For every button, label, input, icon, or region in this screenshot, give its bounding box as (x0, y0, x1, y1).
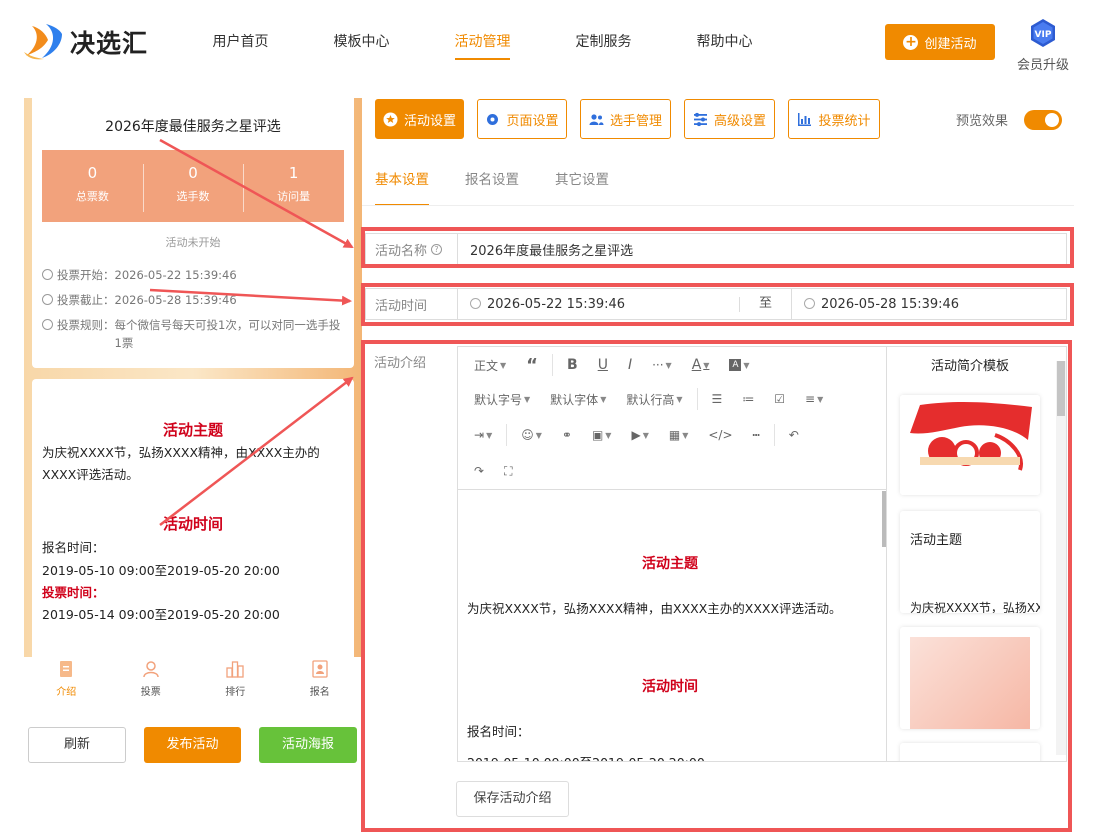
subtab-other[interactable]: 其它设置 (555, 168, 609, 206)
tab-label: 页面设置 (506, 113, 559, 129)
phone-preview: 2026年度最佳服务之星评选 0 总票数 0 选手数 1 访问量 活动未开始 投… (24, 98, 362, 658)
highlight-name-field (361, 227, 1074, 268)
vote-end-label: 投票截止： (57, 293, 115, 307)
stat-total-votes: 0 总票数 (42, 150, 143, 222)
preview-time-heading: 活动时间 (162, 515, 223, 533)
settings-tabbar: 活动设置 页面设置 选手管理 高级设置 投票统计 (375, 99, 893, 139)
vote-end-value: 2026-05-28 15:39:46 (114, 293, 237, 307)
vip-label: 会员升级 (1016, 58, 1069, 73)
main-nav: 用户首页 模板中心 活动管理 定制服务 帮助中心 (180, 0, 785, 84)
users-icon (589, 113, 604, 125)
preview-tab-label: 报名 (309, 687, 330, 698)
preview-tab-ranking[interactable]: 排行 (193, 657, 278, 703)
nav-custom-service[interactable]: 定制服务 (543, 0, 664, 84)
publish-activity-button[interactable]: 发布活动 (144, 727, 241, 763)
vote-end-row: 投票截止： 2026-05-28 15:39:46 (42, 291, 342, 309)
preview-tab-signup[interactable]: 报名 (278, 657, 363, 703)
brand-name: 决选汇 (70, 29, 149, 58)
logo-icon (24, 24, 62, 60)
plus-icon: + (903, 33, 919, 50)
preview-intro-card: 活动主题 为庆祝XXXX节，弘扬XXXX精神，由XXXX主办的XXXX评选活动。… (32, 379, 354, 658)
vote-rule-label: 投票规则： (57, 318, 115, 332)
stat-label: 选手数 (176, 190, 210, 203)
tab-page-settings[interactable]: 页面设置 (477, 99, 567, 139)
preview-tab-vote[interactable]: 投票 (109, 657, 194, 703)
tab-activity-settings[interactable]: 活动设置 (375, 99, 464, 139)
vote-rule-row: 投票规则： 每个微信号每天可投1次，可以对同一选手投1票 (42, 316, 342, 352)
tab-label: 投票统计 (818, 113, 871, 129)
tab-label: 高级设置 (713, 113, 766, 129)
stat-visits: 1 访问量 (243, 150, 344, 222)
stat-value: 1 (288, 164, 299, 182)
tab-contestant-management[interactable]: 选手管理 (580, 99, 671, 139)
subtab-signup[interactable]: 报名设置 (465, 168, 519, 206)
highlight-intro-field (361, 340, 1072, 832)
refresh-button[interactable]: 刷新 (28, 727, 126, 763)
activity-poster-button[interactable]: 活动海报 (259, 727, 357, 763)
stat-value: 0 (188, 164, 198, 182)
activity-status: 活动未开始 (165, 236, 221, 249)
nav-activity-management[interactable]: 活动管理 (422, 0, 543, 84)
nav-templates[interactable]: 模板中心 (301, 0, 422, 84)
signup-icon (312, 660, 328, 678)
create-activity-label: 创建活动 (924, 36, 977, 52)
preview-vote-label: 投票时间： (42, 585, 105, 600)
preview-signup-range: 2019-05-10 09:00至2019-05-20 20:00 (42, 563, 280, 578)
top-header: 决选汇 用户首页 模板中心 活动管理 定制服务 帮助中心 + 创建活动 VIP … (0, 0, 1115, 84)
preview-effect-toggle[interactable] (1024, 110, 1062, 130)
vip-badge-icon: VIP (1031, 19, 1055, 47)
clock-icon (42, 294, 53, 305)
nav-help[interactable]: 帮助中心 (664, 0, 785, 84)
stat-label: 总票数 (75, 190, 109, 203)
sub-tabs: 基本设置 报名设置 其它设置 (375, 168, 645, 206)
preview-summary-card: 2026年度最佳服务之星评选 0 总票数 0 选手数 1 访问量 活动未开始 投… (32, 98, 354, 368)
vip-upgrade[interactable]: VIP 会员升级 (1015, 18, 1071, 73)
tab-label: 选手管理 (609, 113, 662, 129)
vote-start-label: 投票开始： (57, 268, 115, 282)
subtab-basic[interactable]: 基本设置 (375, 168, 429, 206)
divider (362, 205, 1074, 206)
stat-value: 0 (87, 164, 98, 182)
tab-vote-statistics[interactable]: 投票统计 (788, 99, 880, 139)
create-activity-button[interactable]: + 创建活动 (885, 24, 995, 60)
vip-badge-text: VIP (1035, 30, 1052, 40)
clock-icon (42, 269, 53, 280)
preview-vote-range: 2019-05-14 09:00至2019-05-20 20:00 (42, 607, 280, 622)
info-icon (42, 319, 53, 330)
logo[interactable]: 决选汇 (22, 22, 148, 62)
ranking-icon (226, 661, 244, 678)
gear-icon (487, 113, 499, 125)
preview-theme-text: 为庆祝XXXX节，弘扬XXXX精神，由XXXX主办的XXXX评选活动。 (42, 445, 320, 482)
tab-label: 活动设置 (403, 113, 456, 129)
preview-tab-label: 排行 (225, 687, 246, 698)
star-icon (383, 112, 398, 126)
vote-start-row: 投票开始： 2026-05-22 15:39:46 (42, 266, 342, 284)
tab-advanced-settings[interactable]: 高级设置 (684, 99, 775, 139)
preview-tab-label: 介绍 (56, 687, 77, 698)
preview-tab-intro[interactable]: 介绍 (24, 657, 109, 703)
preview-signup-label: 报名时间： (42, 540, 105, 555)
vote-rule-value: 每个微信号每天可投1次，可以对同一选手投1票 (114, 318, 341, 350)
preview-theme-heading: 活动主题 (162, 421, 223, 439)
sliders-icon (693, 112, 707, 126)
stat-contestants: 0 选手数 (142, 150, 244, 222)
doc-icon (60, 661, 73, 677)
user-icon (143, 661, 159, 678)
stat-label: 访问量 (277, 190, 311, 203)
preview-activity-title: 2026年度最佳服务之星评选 (105, 119, 281, 135)
highlight-time-field (361, 283, 1074, 326)
vote-start-value: 2026-05-22 15:39:46 (114, 268, 237, 282)
nav-home[interactable]: 用户首页 (180, 0, 301, 84)
preview-bottom-tabs: 介绍 投票 排行 报名 (24, 657, 362, 703)
preview-effect-label: 预览效果 (956, 114, 1009, 129)
bar-chart-icon (798, 112, 812, 126)
preview-stats: 0 总票数 0 选手数 1 访问量 (42, 150, 344, 222)
preview-tab-label: 投票 (140, 687, 161, 698)
